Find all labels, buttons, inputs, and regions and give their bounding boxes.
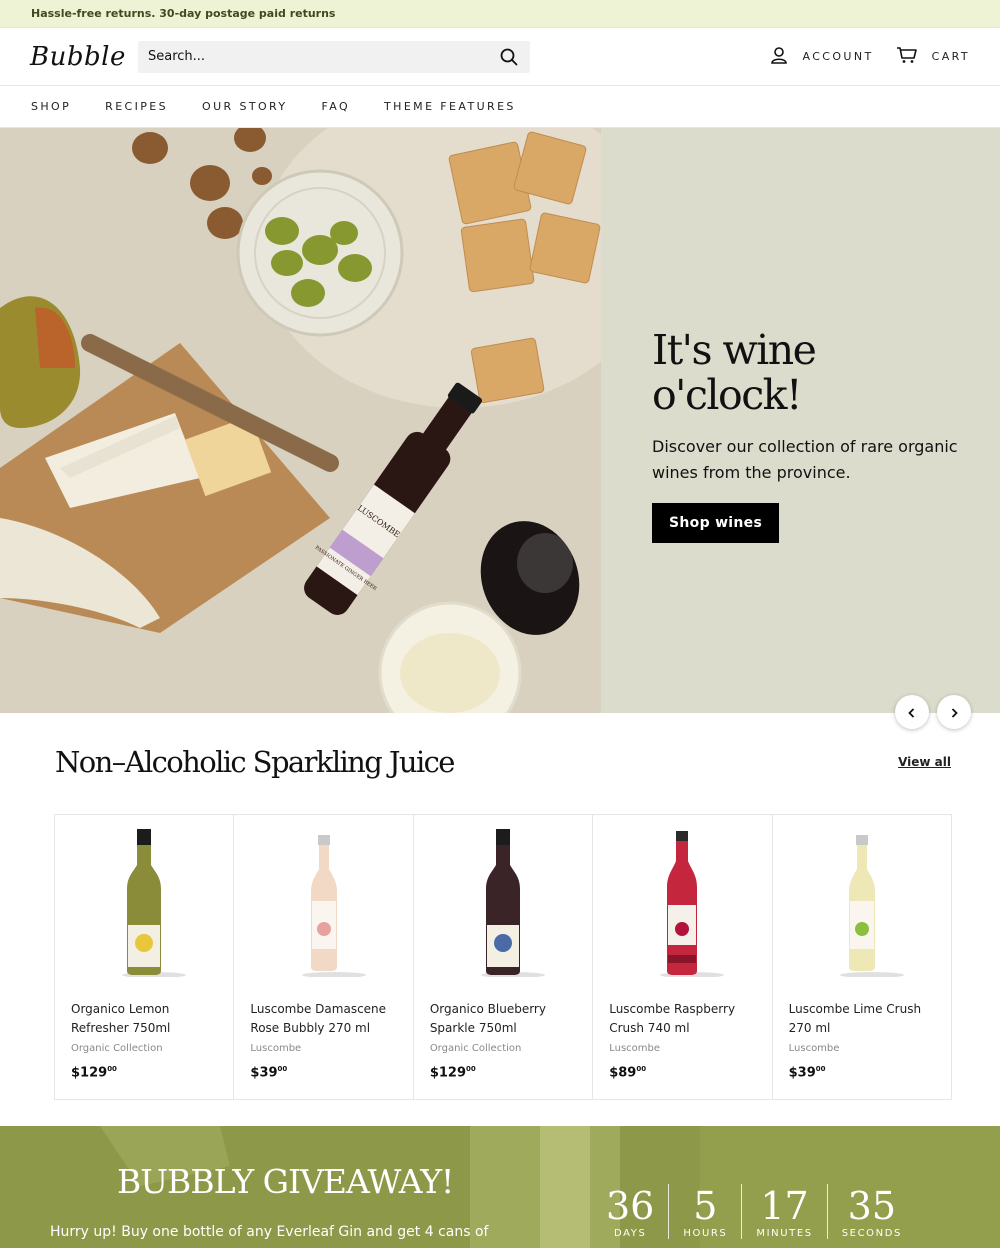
announcement-text: Hassle-free returns. 30-day postage paid…: [31, 7, 336, 20]
product-price: $12900: [71, 1065, 117, 1080]
product-title[interactable]: Luscombe Lime Crush 270 ml: [789, 1000, 941, 1038]
slider-next-button[interactable]: [937, 695, 971, 729]
product-card[interactable]: Organico Blueberry Sparkle 750ml Organic…: [414, 815, 594, 1099]
cart-link[interactable]: CART: [896, 46, 970, 67]
price-main: $39: [788, 1065, 816, 1081]
shop-wines-button[interactable]: Shop wines: [652, 503, 780, 544]
nav-item-our-story[interactable]: OUR STORY: [202, 100, 287, 113]
cart-icon: [896, 46, 918, 67]
timer-days: 36 DAYS: [598, 1184, 668, 1239]
giveaway-subtitle: Hurry up! Buy one bottle of any Everleaf…: [50, 1224, 489, 1240]
site-header: Bubble ACCOUNT CART: [0, 28, 1000, 86]
product-card[interactable]: Luscombe Damascene Rose Bubbly 270 ml Lu…: [234, 815, 414, 1099]
slider-prev-button[interactable]: [895, 695, 929, 729]
product-title[interactable]: Organico Blueberry Sparkle 750ml: [430, 1000, 582, 1038]
price-cents: 00: [107, 1065, 117, 1073]
price-cents: 00: [636, 1065, 647, 1073]
search-icon[interactable]: [498, 46, 520, 68]
product-image: [773, 815, 951, 991]
bottle-illustration: [301, 835, 366, 977]
hero-content: It's wine o'clock! Discover our collecti…: [652, 326, 972, 544]
product-title[interactable]: Organico Lemon Refresher 750ml: [71, 1000, 223, 1038]
product-vendor: Organic Collection: [429, 1043, 522, 1054]
timer-value: 36: [606, 1184, 655, 1228]
hero-slideshow: LUSCOMBE PASSIONATE GINGER BEER It's win…: [0, 128, 1000, 713]
product-price: $8900: [609, 1065, 646, 1080]
timer-value: 17: [760, 1184, 809, 1228]
nav-item-shop[interactable]: SHOP: [31, 100, 71, 113]
product-image: [593, 815, 771, 991]
timer-hours: 5 HOURS: [668, 1184, 741, 1239]
chevron-right-icon: [949, 703, 959, 722]
price-main: $39: [250, 1065, 278, 1081]
nav-item-recipes[interactable]: RECIPES: [105, 100, 168, 113]
product-price: $3900: [250, 1065, 287, 1080]
timer-seconds: 35 SECONDS: [826, 1184, 916, 1239]
announcement-bar: Hassle-free returns. 30-day postage paid…: [0, 0, 1000, 28]
hero-image: LUSCOMBE PASSIONATE GINGER BEER: [0, 128, 601, 713]
product-image: [234, 815, 412, 991]
giveaway-banner: BUBBLY GIVEAWAY! Hurry up! Buy one bottl…: [0, 1126, 1000, 1248]
bottle-illustration: [122, 829, 187, 977]
search-input[interactable]: [148, 49, 498, 64]
price-cents: 00: [277, 1065, 288, 1073]
product-card[interactable]: Organico Lemon Refresher 750ml Organic C…: [55, 815, 235, 1099]
user-icon: [770, 46, 788, 67]
price-main: $129: [71, 1065, 108, 1081]
product-card[interactable]: Luscombe Lime Crush 270 ml Luscombe $390…: [773, 815, 951, 1099]
hero-title: It's wine o'clock!: [652, 326, 817, 420]
price-main: $129: [429, 1065, 466, 1081]
search-bar: [138, 40, 530, 73]
product-price: $12900: [430, 1065, 476, 1080]
giveaway-title: BUBBLY GIVEAWAY!: [117, 1162, 454, 1201]
nav-item-theme-features[interactable]: THEME FEATURES: [384, 100, 516, 113]
product-image: [55, 815, 233, 991]
countdown-timer: 36 DAYS 5 HOURS 17 MINUTES 35 SECONDS: [598, 1184, 916, 1239]
product-image: [414, 815, 592, 991]
timer-value: 5: [693, 1184, 718, 1228]
product-card[interactable]: Luscombe Raspberry Crush 740 ml Luscombe…: [593, 815, 773, 1099]
hero-subtitle: Discover our collection of rare organic …: [652, 437, 958, 483]
collection-title: Non–Alcoholic Sparkling Juice: [55, 745, 455, 779]
product-title[interactable]: Luscombe Raspberry Crush 740 ml: [609, 1000, 761, 1038]
bottle-illustration: [839, 835, 904, 977]
bottle-illustration: [660, 831, 725, 977]
timer-minutes: 17 MINUTES: [741, 1184, 826, 1239]
product-vendor: Luscombe: [609, 1043, 661, 1054]
account-label: ACCOUNT: [802, 50, 874, 63]
view-all-link[interactable]: View all: [898, 755, 951, 769]
product-grid: Organico Lemon Refresher 750ml Organic C…: [54, 814, 952, 1100]
cart-label: CART: [931, 50, 970, 63]
main-nav: SHOP RECIPES OUR STORY FAQ THEME FEATURE…: [0, 86, 1000, 128]
collection-header: Non–Alcoholic Sparkling Juice View all: [55, 745, 951, 779]
price-cents: 00: [466, 1065, 476, 1073]
product-price: $3900: [789, 1065, 826, 1080]
bottle-illustration: [481, 829, 546, 977]
product-title[interactable]: Luscombe Damascene Rose Bubbly 270 ml: [250, 1000, 402, 1038]
product-vendor: Luscombe: [788, 1043, 840, 1054]
product-vendor: Organic Collection: [71, 1043, 163, 1054]
timer-label: DAYS: [613, 1228, 647, 1239]
price-cents: 00: [815, 1065, 826, 1073]
product-vendor: Luscombe: [250, 1043, 302, 1054]
timer-label: HOURS: [683, 1228, 728, 1239]
account-link[interactable]: ACCOUNT: [770, 46, 873, 67]
timer-label: MINUTES: [756, 1228, 813, 1239]
nav-item-faq[interactable]: FAQ: [322, 100, 351, 113]
timer-label: SECONDS: [841, 1228, 902, 1239]
price-main: $89: [609, 1065, 637, 1081]
logo[interactable]: Bubble: [30, 42, 138, 72]
timer-value: 35: [847, 1184, 897, 1228]
chevron-left-icon: [907, 703, 917, 722]
